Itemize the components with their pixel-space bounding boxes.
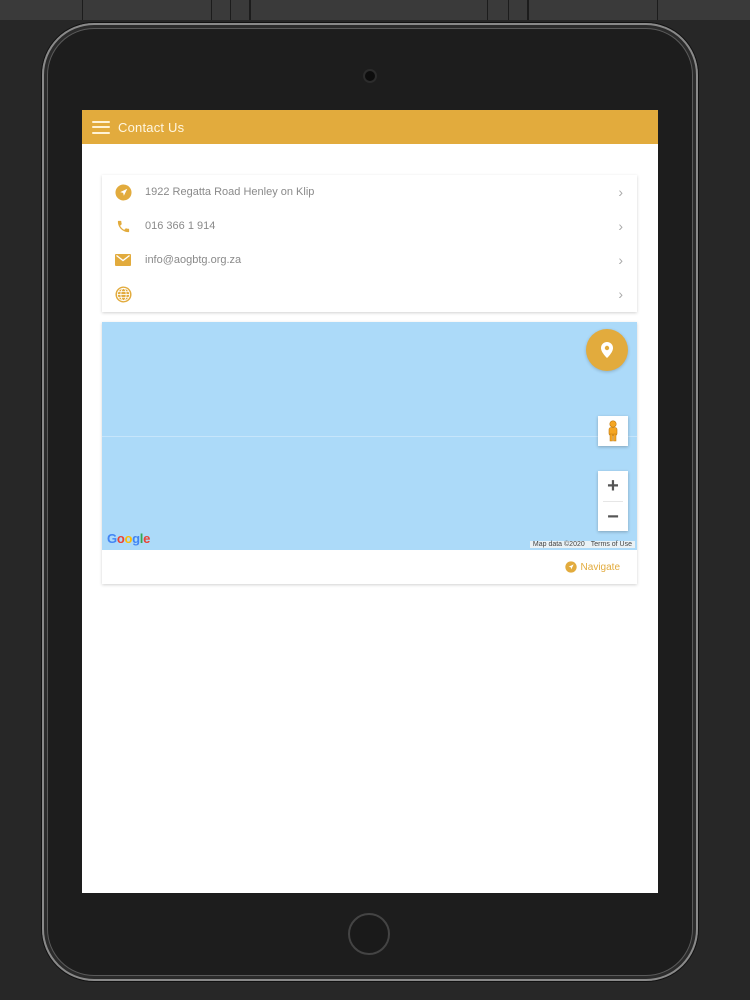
home-button[interactable]	[348, 913, 390, 955]
top-strip-segment	[230, 0, 250, 20]
location-pin-icon	[601, 342, 613, 358]
chevron-right-icon: ›	[618, 252, 623, 268]
camera	[365, 71, 375, 81]
phone-text: 016 366 1 914	[145, 220, 216, 232]
contact-row-phone[interactable]: 016 366 1 914 ›	[102, 209, 637, 243]
top-strip-segment	[82, 0, 212, 20]
contact-row-address[interactable]: 1922 Regatta Road Henley on Klip ›	[102, 175, 637, 209]
zoom-in-button[interactable]: +	[598, 471, 628, 501]
pegman-icon	[608, 420, 618, 442]
address-text: 1922 Regatta Road Henley on Klip	[145, 186, 315, 198]
navigation-arrow-icon	[114, 183, 132, 201]
chevron-right-icon: ›	[618, 184, 623, 200]
street-view-button[interactable]	[598, 416, 628, 446]
chevron-right-icon: ›	[618, 218, 623, 234]
menu-icon[interactable]	[92, 120, 110, 134]
page-title: Contact Us	[118, 119, 185, 135]
map-data-text: Map data ©2020	[532, 541, 585, 548]
app-screen: Contact Us 1922 Regatta Road Henley on K…	[82, 110, 658, 893]
location-fab[interactable]	[586, 329, 628, 371]
chevron-right-icon: ›	[618, 286, 623, 302]
app-bar: Contact Us	[82, 110, 658, 144]
email-icon	[114, 251, 132, 269]
map-gridline	[102, 436, 637, 437]
map-attribution: Map data ©2020 Terms of Use	[529, 541, 635, 548]
terms-of-use-link[interactable]: Terms of Use	[588, 541, 635, 548]
navigate-button[interactable]: Navigate	[564, 561, 620, 573]
top-strip-segment	[528, 0, 658, 20]
contact-row-website[interactable]: ›	[102, 277, 637, 311]
zoom-control: + −	[598, 471, 628, 531]
navigation-arrow-icon	[564, 561, 577, 573]
contact-card: 1922 Regatta Road Henley on Klip › 016 3…	[102, 175, 637, 312]
globe-icon	[114, 285, 132, 303]
map-card: + − Google Map data ©2020 Terms of Use N…	[102, 322, 637, 584]
email-text: info@aogbtg.org.za	[145, 254, 242, 266]
top-strip-segment	[250, 0, 488, 20]
contact-row-email[interactable]: info@aogbtg.org.za ›	[102, 243, 637, 277]
navigate-label: Navigate	[580, 561, 620, 573]
zoom-out-button[interactable]: −	[598, 502, 628, 532]
phone-icon	[114, 217, 132, 235]
google-logo: Google	[107, 531, 151, 546]
top-strip	[0, 0, 750, 20]
map-view[interactable]: + − Google Map data ©2020 Terms of Use	[102, 322, 637, 550]
top-strip-segment	[508, 0, 528, 20]
